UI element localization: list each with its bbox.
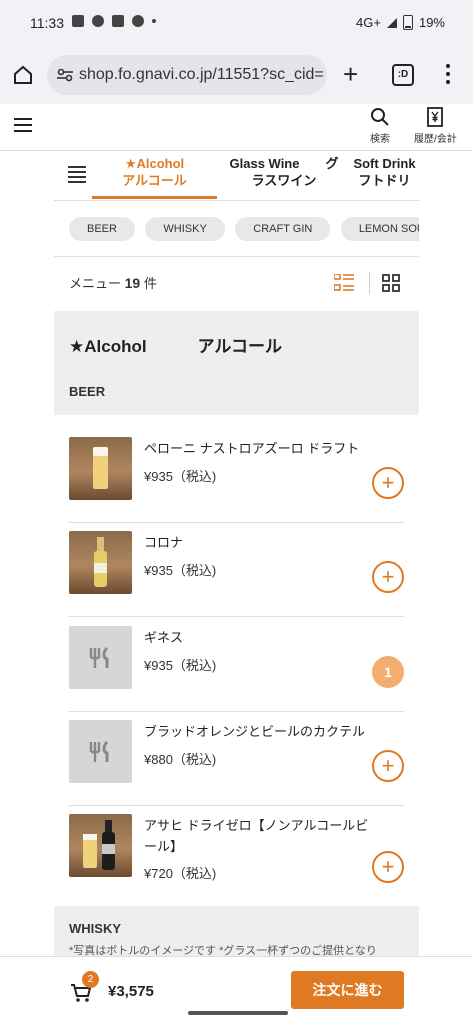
browser-toolbar: shop.fo.gnavi.co.jp/11551?sc_cid=c + :D xyxy=(0,46,473,104)
cart-bar: 2 ¥3,575 注文に進む xyxy=(0,956,473,1025)
tab-alcohol[interactable]: ★Alcohol アルコール xyxy=(92,155,217,199)
chip-whisky[interactable]: WHISKY xyxy=(145,217,225,241)
item-name: アサヒ ドライゼロ【ノンアルコールビール】 xyxy=(144,818,369,854)
history-label: 履歴/会計 xyxy=(414,134,457,145)
tab-soft-drink[interactable]: Soft Drink フトドリ xyxy=(350,155,419,199)
status-bar: 11:33 4G+ 19% xyxy=(0,0,473,46)
menu-item[interactable]: ペローニ ナストロアズーロ ドラフト ¥935（税込) + xyxy=(69,428,404,523)
battery-level: 19% xyxy=(418,15,445,30)
sports-icon xyxy=(92,15,104,27)
menu-count: メニュー 19 件 xyxy=(69,275,157,291)
tab-glass-wine[interactable]: Glass Wine グ ラスワイン xyxy=(224,155,344,199)
category-tabs: ★Alcohol アルコール Glass Wine グ ラスワイン Soft D… xyxy=(54,150,419,201)
item-price: ¥935（税込) xyxy=(144,658,217,673)
view-toggle-divider xyxy=(369,272,370,294)
item-price: ¥880（税込) xyxy=(144,752,217,767)
site-header: 検索 履歴/会計 xyxy=(0,104,473,151)
cart-total: ¥3,575 xyxy=(108,983,154,1000)
item-name: ギネス xyxy=(144,630,184,645)
receipt-yen-icon xyxy=(427,107,444,127)
item-price: ¥935（税込) xyxy=(144,563,217,578)
item-photo[interactable] xyxy=(69,437,132,500)
chip-beer[interactable]: BEER xyxy=(69,217,135,241)
more-menu-icon[interactable] xyxy=(446,64,450,88)
fork-knife-icon[interactable] xyxy=(69,720,132,783)
home-icon[interactable] xyxy=(12,64,34,86)
network-label: 4G+ xyxy=(356,15,381,30)
new-tab-icon[interactable]: + xyxy=(343,61,358,87)
add-to-cart-button[interactable]: + xyxy=(372,467,404,499)
item-quantity-badge[interactable]: 1 xyxy=(372,656,404,688)
status-time: 11:33 xyxy=(30,15,64,31)
menu-item[interactable]: ギネス ¥935（税込) 1 xyxy=(69,617,404,712)
category-list-icon[interactable] xyxy=(68,166,86,186)
more-dot-icon xyxy=(152,19,156,23)
battery-icon xyxy=(402,15,413,30)
history-button[interactable]: 履歴/会計 xyxy=(414,107,457,145)
section-note: *写真はボトルのイメージです *グラス一杯ずつのご提供となり xyxy=(69,945,377,956)
item-photo[interactable] xyxy=(69,531,132,594)
gesture-bar xyxy=(188,1011,288,1015)
search-label: 検索 xyxy=(370,134,390,145)
subcategory-chips: BEER WHISKY CRAFT GIN LEMON SOUR xyxy=(69,217,419,243)
cart-count-badge: 2 xyxy=(82,971,99,988)
section-title: ★Alcohol アルコール xyxy=(69,337,283,356)
list-view-icon[interactable] xyxy=(334,274,354,292)
site-settings-icon[interactable] xyxy=(57,68,73,82)
section-header: ★Alcohol アルコール BEER xyxy=(54,311,419,415)
tab-switcher-button[interactable]: :D xyxy=(392,64,414,86)
item-name: コロナ xyxy=(144,535,184,550)
add-to-cart-button[interactable]: + xyxy=(372,561,404,593)
menu-item[interactable]: アサヒ ドライゼロ【ノンアルコールビール】 ¥720（税込) + xyxy=(69,805,404,905)
chip-craft-gin[interactable]: CRAFT GIN xyxy=(235,217,331,241)
fork-knife-icon[interactable] xyxy=(69,626,132,689)
signal-icon xyxy=(386,17,397,28)
menu-item[interactable]: コロナ ¥935（税込) + xyxy=(69,522,404,617)
item-price: ¥935（税込) xyxy=(144,469,217,484)
hamburger-menu-icon[interactable] xyxy=(14,118,32,136)
search-button[interactable]: 検索 xyxy=(370,107,390,145)
subcategory-title: WHISKY xyxy=(69,921,121,936)
screenshot-icon xyxy=(112,15,124,27)
item-price: ¥720（税込) xyxy=(144,866,217,881)
proceed-to-order-button[interactable]: 注文に進む xyxy=(291,971,404,1009)
menu-item[interactable]: ブラッドオレンジとビールのカクテル ¥880（税込) + xyxy=(69,711,404,806)
item-name: ペローニ ナストロアズーロ ドラフト xyxy=(144,441,360,456)
section-header-whisky: WHISKY *写真はボトルのイメージです *グラス一杯ずつのご提供となり xyxy=(54,906,419,956)
notification-icon xyxy=(72,15,84,27)
item-name: ブラッドオレンジとビールのカクテル xyxy=(144,724,366,739)
divider xyxy=(54,256,419,257)
url-text: shop.fo.gnavi.co.jp/11551?sc_cid=c xyxy=(79,66,323,83)
item-photo[interactable] xyxy=(69,814,132,877)
add-to-cart-button[interactable]: + xyxy=(372,750,404,782)
app-icon xyxy=(132,15,144,27)
subcategory-title: BEER xyxy=(69,384,106,399)
grid-view-icon[interactable] xyxy=(382,274,400,292)
chip-lemon-sour[interactable]: LEMON SOUR xyxy=(340,217,419,241)
add-to-cart-button[interactable]: + xyxy=(372,851,404,883)
search-icon xyxy=(371,108,389,126)
url-field[interactable]: shop.fo.gnavi.co.jp/11551?sc_cid=c xyxy=(47,55,327,95)
